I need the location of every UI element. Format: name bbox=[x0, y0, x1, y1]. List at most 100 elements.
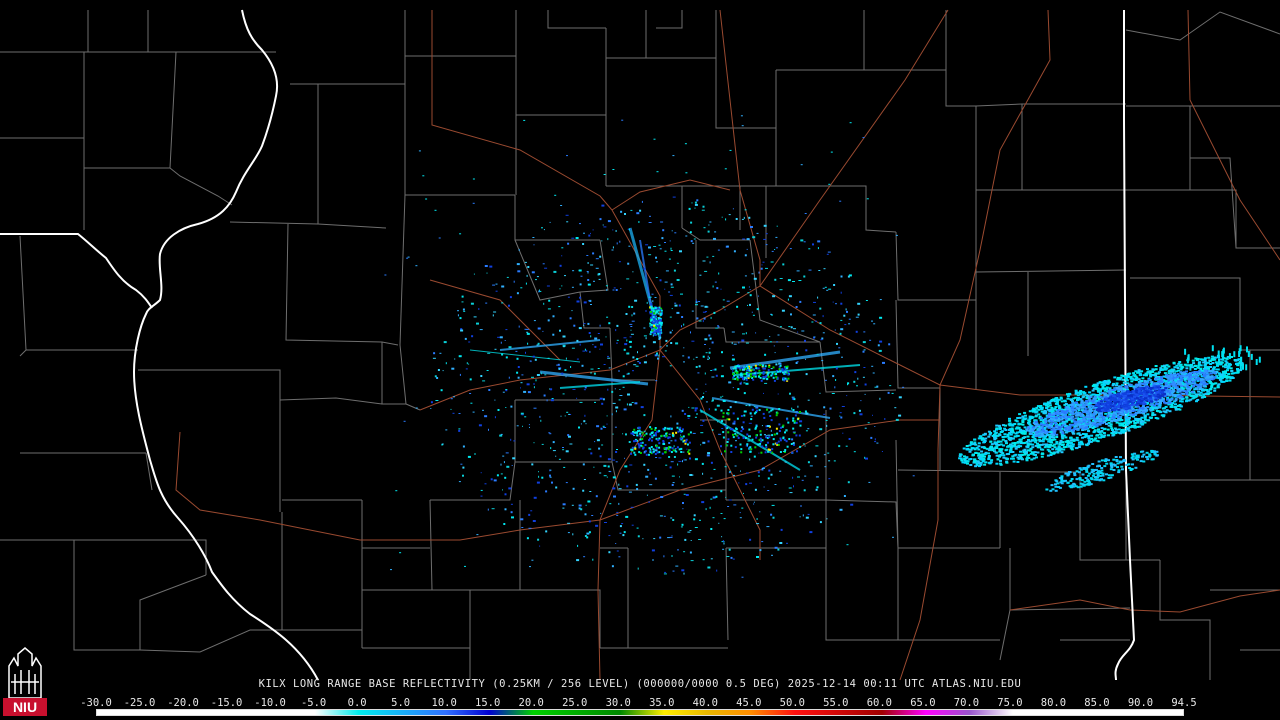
echo-pixel bbox=[1220, 377, 1224, 379]
echo-pixel bbox=[624, 457, 625, 459]
echo-pixel bbox=[1118, 403, 1122, 406]
echo-pixel bbox=[1008, 417, 1011, 420]
echo-pixel bbox=[638, 446, 641, 449]
echo-pixel bbox=[704, 344, 706, 345]
echo-pixel bbox=[656, 325, 659, 328]
echo-pixel bbox=[1075, 414, 1079, 417]
echo-pixel bbox=[623, 531, 626, 534]
echo-pixel bbox=[833, 284, 836, 286]
echo-pixel bbox=[710, 558, 713, 560]
echo-pixel bbox=[1009, 447, 1013, 450]
echo-pixel bbox=[1221, 351, 1224, 358]
echo-pixel bbox=[722, 412, 725, 415]
echo-pixel bbox=[746, 367, 749, 369]
echo-pixel bbox=[787, 373, 790, 376]
echo-pixel bbox=[565, 376, 567, 378]
echo-pixel bbox=[846, 395, 848, 397]
echo-pixel bbox=[543, 394, 546, 397]
echo-pixel bbox=[1031, 439, 1035, 442]
echo-pixel bbox=[1197, 362, 1200, 369]
echo-pixel bbox=[1066, 444, 1070, 446]
echo-pixel bbox=[1066, 395, 1070, 398]
echo-pixel bbox=[1130, 397, 1134, 400]
echo-pixel bbox=[778, 368, 781, 370]
echo-pixel bbox=[1153, 382, 1157, 385]
echo-pixel bbox=[1056, 418, 1060, 421]
echo-pixel bbox=[1053, 446, 1057, 449]
echo-pixel bbox=[728, 548, 731, 551]
echo-pixel bbox=[658, 429, 661, 432]
echo-pixel bbox=[748, 374, 750, 377]
echo-pixel bbox=[891, 392, 894, 394]
echo-pixel bbox=[1073, 474, 1077, 477]
echo-pixel bbox=[1075, 436, 1079, 439]
echo-pixel bbox=[1217, 383, 1221, 386]
echo-pixel bbox=[732, 376, 735, 379]
echo-pixel bbox=[1150, 391, 1154, 394]
echo-pixel bbox=[1049, 441, 1053, 443]
echo-pixel bbox=[633, 440, 635, 443]
echo-pixel bbox=[652, 332, 655, 334]
echo-pixel bbox=[1071, 413, 1075, 416]
echo-pixel bbox=[1196, 386, 1200, 389]
echo-pixel bbox=[590, 372, 593, 374]
echo-pixel bbox=[1049, 489, 1053, 492]
echo-pixel bbox=[1103, 389, 1107, 392]
echo-pixel bbox=[1056, 403, 1059, 406]
echo-pixel bbox=[740, 372, 743, 375]
state-boundaries bbox=[0, 9, 1136, 681]
echo-pixel bbox=[815, 445, 819, 447]
echo-pixel bbox=[780, 528, 783, 531]
echo-pixel bbox=[1111, 394, 1115, 397]
echo-pixel bbox=[445, 362, 447, 365]
echo-pixel bbox=[1148, 394, 1152, 397]
echo-pixel bbox=[813, 336, 816, 338]
echo-pixel bbox=[1203, 364, 1207, 367]
echo-pixel bbox=[1117, 469, 1121, 472]
echo-pixel bbox=[754, 446, 757, 449]
echo-pixel bbox=[658, 446, 661, 449]
echo-pixel bbox=[658, 244, 661, 246]
echo-pixel bbox=[1019, 450, 1022, 453]
echo-pixel bbox=[1185, 396, 1189, 399]
echo-pixel bbox=[1145, 385, 1149, 388]
echo-pixel bbox=[1054, 489, 1058, 492]
echo-pixel bbox=[1083, 410, 1087, 413]
echo-pixel bbox=[1034, 439, 1038, 442]
echo-pixel bbox=[1034, 435, 1038, 438]
echo-pixel bbox=[1178, 408, 1182, 411]
echo-pixel bbox=[511, 516, 514, 519]
echo-pixel bbox=[1037, 434, 1041, 437]
echo-pixel bbox=[626, 352, 630, 355]
echo-pixel bbox=[694, 207, 696, 209]
echo-pixel bbox=[1129, 420, 1132, 423]
echo-pixel bbox=[1154, 378, 1157, 380]
echo-pixel bbox=[739, 512, 741, 514]
echo-pixel bbox=[633, 451, 636, 454]
echo-pixel bbox=[1199, 367, 1203, 370]
echo-pixel bbox=[1059, 397, 1063, 400]
echo-pixel bbox=[1143, 379, 1147, 382]
echo-pixel bbox=[705, 391, 707, 393]
echo-pixel bbox=[528, 513, 531, 516]
echo-pixel bbox=[1050, 406, 1054, 409]
echo-pixel bbox=[1091, 470, 1095, 472]
echo-pixel bbox=[1050, 438, 1054, 441]
echo-pixel bbox=[624, 213, 626, 215]
echo-pixel bbox=[1074, 389, 1078, 392]
echo-pixel bbox=[751, 408, 754, 411]
echo-pixel bbox=[1149, 370, 1153, 373]
echo-pixel bbox=[855, 316, 859, 318]
echo-pixel bbox=[1184, 380, 1188, 383]
echo-pixel bbox=[616, 550, 619, 552]
echo-pixel bbox=[1181, 366, 1185, 369]
echo-pixel bbox=[612, 402, 616, 404]
echo-pixel bbox=[468, 341, 471, 343]
echo-pixel bbox=[1136, 419, 1140, 422]
echo-pixel bbox=[763, 224, 767, 227]
echo-pixel bbox=[722, 395, 724, 397]
echo-pixel bbox=[772, 376, 775, 379]
echo-pixel bbox=[595, 495, 598, 498]
echo-pixel bbox=[785, 367, 788, 370]
echo-pixel bbox=[1125, 427, 1129, 430]
